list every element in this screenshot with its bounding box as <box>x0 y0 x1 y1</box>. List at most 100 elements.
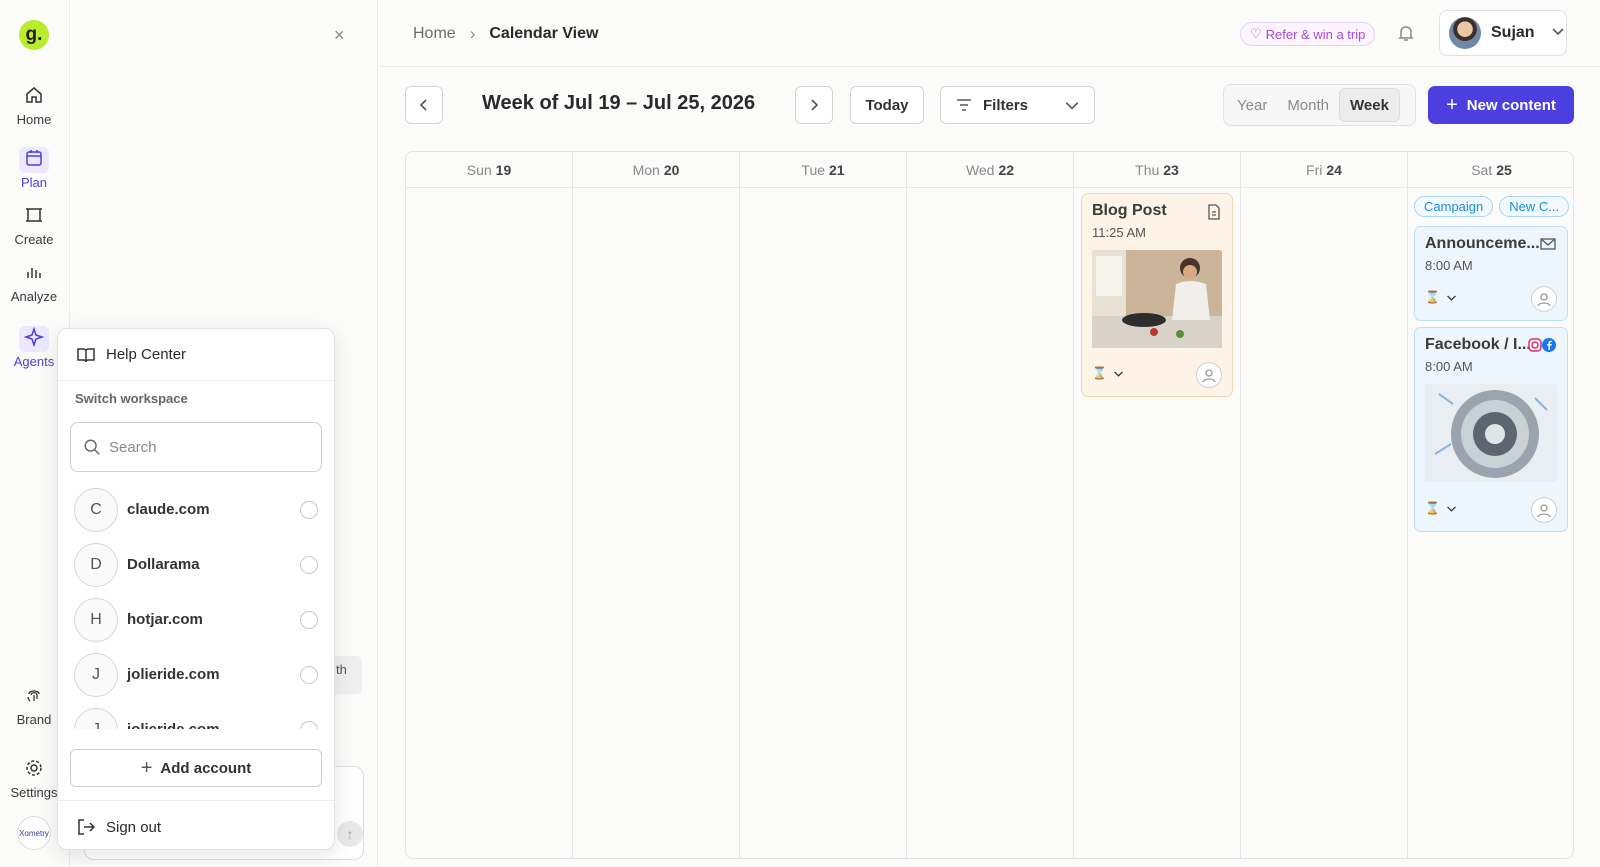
plus-icon: + <box>1446 93 1458 116</box>
day-header: Thu 23 <box>1074 152 1240 188</box>
day-column[interactable]: Mon 20 <box>573 152 740 858</box>
sign-out-label: Sign out <box>106 818 162 836</box>
bell-icon[interactable] <box>1396 23 1416 48</box>
event-card-blog[interactable]: Blog Post 11:25 AM ⌛ <box>1081 193 1233 397</box>
status-dropdown[interactable]: ⌛ <box>1425 501 1457 515</box>
breadcrumb-home[interactable]: Home <box>413 25 456 43</box>
day-header: Tue 21 <box>740 152 906 188</box>
event-image <box>1425 384 1557 487</box>
user-menu[interactable]: Sujan <box>1439 10 1567 56</box>
search-input[interactable] <box>109 438 299 456</box>
workspace-letter-avatar: J <box>74 707 118 729</box>
workspace-row[interactable]: J jolieride.com <box>58 702 334 729</box>
view-year[interactable]: Year <box>1227 88 1277 122</box>
send-arrow-icon[interactable]: ↑ <box>337 821 363 847</box>
assignee-icon[interactable] <box>1531 497 1557 523</box>
campaign-tag[interactable]: Campaign <box>1414 196 1494 217</box>
today-button[interactable]: Today <box>850 86 924 124</box>
workspace-row[interactable]: H hotjar.com <box>58 592 334 647</box>
filter-icon <box>957 99 971 111</box>
close-icon[interactable]: × <box>334 25 345 46</box>
workspace-radio[interactable] <box>300 721 318 729</box>
sat-tag-row: Campaign New C... <box>1414 196 1575 217</box>
app-logo[interactable]: g. <box>19 20 49 50</box>
status-dropdown[interactable]: ⌛ <box>1425 290 1457 304</box>
plus-icon: + <box>140 756 153 779</box>
assignee-icon[interactable] <box>1196 362 1222 388</box>
next-week-button[interactable] <box>795 86 833 124</box>
day-header: Sun 19 <box>406 152 572 188</box>
day-header: Fri 24 <box>1241 152 1407 188</box>
filters-dropdown[interactable]: Filters <box>940 86 1095 124</box>
switch-workspace-heading: Switch workspace <box>75 391 188 406</box>
workspace-radio[interactable] <box>300 611 318 629</box>
workspace-search[interactable] <box>70 422 322 472</box>
help-center-label: Help Center <box>106 346 187 363</box>
day-column[interactable]: Fri 24 <box>1241 152 1408 858</box>
workspace-radio[interactable] <box>300 666 318 684</box>
status-dropdown[interactable]: ⌛ <box>1092 366 1124 380</box>
workspace-radio[interactable] <box>300 501 318 519</box>
chevron-down-icon <box>1065 102 1079 110</box>
workspace-radio[interactable] <box>300 556 318 574</box>
workspace-name: jolieride.com <box>127 721 220 729</box>
day-header: Mon 20 <box>573 152 739 188</box>
refer-button[interactable]: ♡ Refer & win a trip <box>1240 22 1376 46</box>
add-account-button[interactable]: + Add account <box>70 749 322 787</box>
chevron-down-icon <box>1551 24 1565 43</box>
sparkle-icon <box>19 326 49 352</box>
help-center-item[interactable]: Help Center <box>58 329 334 381</box>
chevron-right-icon: › <box>469 24 476 43</box>
new-content-tag[interactable]: New C... <box>1499 196 1570 217</box>
fingerprint-icon <box>19 684 49 710</box>
rail-item-analyze[interactable]: Analyze <box>0 261 68 304</box>
new-content-button[interactable]: + New content <box>1428 86 1574 124</box>
workspace-row[interactable]: J jolieride.com <box>58 647 334 702</box>
chevron-left-icon <box>419 99 427 111</box>
event-card-facebook[interactable]: Facebook / I... 8:00 AM ⌛ <box>1414 327 1568 532</box>
rail-item-create[interactable]: Create <box>0 204 68 247</box>
mail-icon <box>1540 237 1556 256</box>
workspace-letter-avatar: H <box>74 597 118 642</box>
rail-label-plan: Plan <box>20 175 48 190</box>
workspace-letter-avatar: D <box>74 542 118 587</box>
rail-item-home[interactable]: Home <box>0 84 68 127</box>
day-column[interactable]: Wed 22 <box>907 152 1074 858</box>
instagram-icon <box>1528 338 1542 352</box>
facebook-icon <box>1542 338 1556 352</box>
event-time: 8:00 AM <box>1425 258 1473 273</box>
event-footer: ⌛ <box>1092 362 1222 388</box>
sign-out-item[interactable]: Sign out <box>76 809 161 845</box>
refer-label: Refer & win a trip <box>1265 26 1366 42</box>
breadcrumb-current: Calendar View <box>489 25 599 42</box>
workspace-list: C claude.com D Dollarama H hotjar.com J … <box>58 482 334 729</box>
workspace-row[interactable]: C claude.com <box>58 482 334 537</box>
prev-week-button[interactable] <box>405 86 443 124</box>
event-footer: ⌛ <box>1425 286 1557 312</box>
document-icon <box>1207 204 1221 225</box>
day-header: Wed 22 <box>907 152 1073 188</box>
day-column[interactable]: Sun 19 <box>406 152 573 858</box>
event-footer: ⌛ <box>1425 497 1557 523</box>
assignee-icon[interactable] <box>1531 286 1557 312</box>
chevron-down-icon <box>1447 294 1456 301</box>
view-week[interactable]: Week <box>1339 88 1400 122</box>
day-column[interactable]: Tue 21 <box>740 152 907 858</box>
view-month[interactable]: Month <box>1277 88 1339 122</box>
hourglass-icon: ⌛ <box>1425 290 1440 304</box>
workspace-row[interactable]: D Dollarama <box>58 537 334 592</box>
day-header: Sat 25 <box>1408 152 1573 188</box>
workspace-letter-avatar: C <box>74 487 118 532</box>
week-title: Week of Jul 19 – Jul 25, 2026 <box>482 92 756 114</box>
gear-icon <box>19 757 49 783</box>
rail-label-brand: Brand <box>16 712 52 727</box>
user-name: Sujan <box>1491 24 1535 41</box>
workspace-name: jolieride.com <box>127 666 220 683</box>
rail-label-agents: Agents <box>13 354 55 369</box>
calendar-grid: Sun 19 Mon 20 Tue 21 Wed 22 Thu 23 Fri 24 Sat 2… <box>405 151 1574 859</box>
hourglass-icon: ⌛ <box>1092 366 1107 380</box>
rail-item-plan[interactable]: Plan <box>0 147 68 190</box>
event-card-announcement[interactable]: Announceme... 8:00 AM ⌛ <box>1414 226 1568 321</box>
workspace-avatar[interactable]: Xometry <box>17 816 51 850</box>
search-icon <box>84 439 100 455</box>
